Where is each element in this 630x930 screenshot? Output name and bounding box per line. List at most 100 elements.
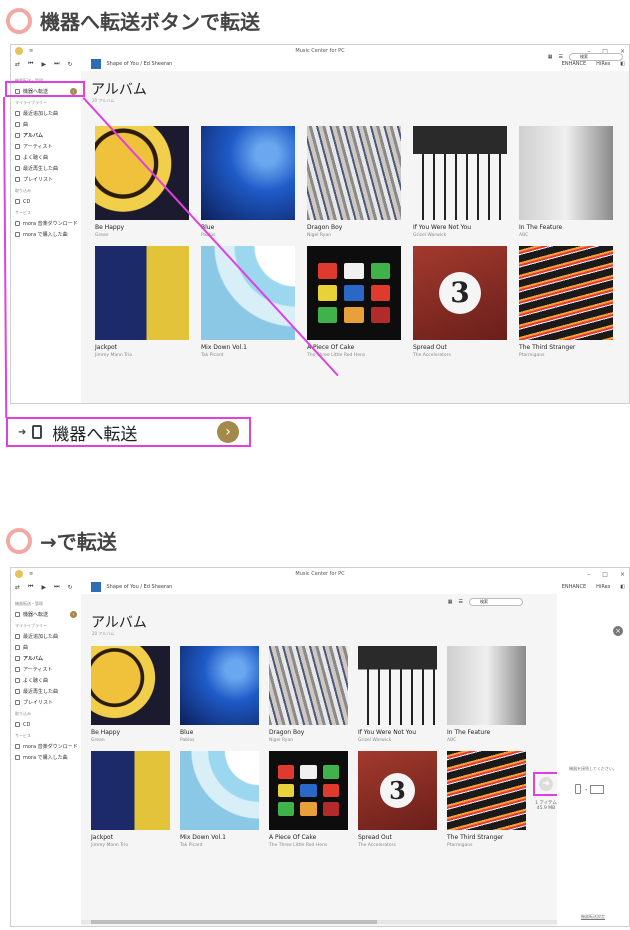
- album-art[interactable]: 3: [358, 751, 437, 830]
- sidebar-item-mora-purchased[interactable]: mora で購入した曲: [11, 752, 81, 763]
- album-tile[interactable]: A Piece Of Cake The Three Little Red Hens: [269, 751, 348, 848]
- album-art[interactable]: [358, 646, 437, 725]
- album-title[interactable]: Be Happy: [95, 224, 189, 231]
- list-view-icon[interactable]: ☰: [559, 54, 563, 60]
- album-art[interactable]: [269, 751, 348, 830]
- album-title[interactable]: Dragon Boy: [307, 224, 401, 231]
- album-art[interactable]: [307, 246, 401, 340]
- hires-label[interactable]: HiRes: [596, 61, 610, 67]
- sidebar-item-mora-download[interactable]: mora 音楽ダウンロード: [11, 218, 81, 229]
- previous-button[interactable]: ⏮: [28, 60, 33, 68]
- album-art[interactable]: [269, 646, 348, 725]
- transfer-settings-link[interactable]: 機器転送設定: [557, 914, 629, 920]
- album-tile[interactable]: Mix Down Vol.1 Tak Picard: [180, 751, 259, 848]
- album-artist[interactable]: The Accelerators: [413, 353, 507, 358]
- album-art[interactable]: 3: [413, 246, 507, 340]
- album-tile[interactable]: Jackpot Jimmy Mann Trio: [91, 751, 170, 848]
- album-tile[interactable]: Dragon Boy Nigel Ryan: [307, 126, 401, 238]
- shuffle-icon[interactable]: ⇄: [15, 584, 20, 591]
- album-title[interactable]: The Third Stranger: [519, 344, 613, 351]
- album-title[interactable]: If You Were Not You: [358, 729, 437, 736]
- album-artist[interactable]: The Accelerators: [358, 843, 437, 848]
- hires-label[interactable]: HiRes: [596, 584, 610, 590]
- album-title[interactable]: A Piece Of Cake: [307, 344, 401, 351]
- album-tile[interactable]: In The Feature ABC: [519, 126, 613, 238]
- album-tile[interactable]: Blue Pablos: [180, 646, 259, 743]
- album-title[interactable]: Mix Down Vol.1: [180, 834, 259, 841]
- album-tile[interactable]: If You Were Not You Grizel Warwick: [358, 646, 437, 743]
- sidebar-item-playlists[interactable]: プレイリスト: [11, 174, 81, 185]
- album-art[interactable]: [447, 751, 526, 830]
- album-title[interactable]: In The Feature: [519, 224, 613, 231]
- search-input[interactable]: 検索: [469, 598, 523, 606]
- send-arrow-button[interactable]: ➜: [539, 777, 553, 791]
- album-artist[interactable]: Grizel Warwick: [413, 233, 507, 238]
- album-title[interactable]: A Piece Of Cake: [269, 834, 348, 841]
- album-art[interactable]: [201, 126, 295, 220]
- transfer-collapse-icon[interactable]: ‹: [70, 611, 77, 618]
- album-tile[interactable]: A Piece Of Cake The Three Little Red Hens: [307, 246, 401, 358]
- album-title[interactable]: Jackpot: [91, 834, 170, 841]
- album-art[interactable]: [447, 646, 526, 725]
- album-tile[interactable]: Dragon Boy Nigel Ryan: [269, 646, 348, 743]
- album-artist[interactable]: Pablos: [201, 233, 295, 238]
- album-art[interactable]: [307, 126, 401, 220]
- album-title[interactable]: Jackpot: [95, 344, 189, 351]
- sidebar-item-transfer[interactable]: 機器へ転送 ‹: [11, 609, 81, 620]
- close-panel-button[interactable]: ×: [613, 626, 623, 636]
- album-title[interactable]: In The Feature: [447, 729, 526, 736]
- album-art[interactable]: [91, 751, 170, 830]
- sidebar-item-songs[interactable]: 曲: [11, 642, 81, 653]
- album-title[interactable]: Spread Out: [358, 834, 437, 841]
- sidebar-item-mora-download[interactable]: mora 音楽ダウンロード: [11, 741, 81, 752]
- sidebar-item-frequent[interactable]: よく聴く曲: [11, 675, 81, 686]
- sidebar-item-albums[interactable]: アルバム: [11, 653, 81, 664]
- album-artist[interactable]: Nigel Ryan: [307, 233, 401, 238]
- album-title[interactable]: Be Happy: [91, 729, 170, 736]
- album-art[interactable]: [413, 126, 507, 220]
- sidebar-item-playlists[interactable]: プレイリスト: [11, 697, 81, 708]
- sidebar-item-songs[interactable]: 曲: [11, 119, 81, 130]
- repeat-icon[interactable]: ↻: [67, 61, 72, 68]
- sidebar-item-recently-played[interactable]: 最近再生した曲: [11, 686, 81, 697]
- play-button[interactable]: ▶: [41, 584, 46, 591]
- album-artist[interactable]: The Three Little Red Hens: [269, 843, 348, 848]
- album-artist[interactable]: Ptarmigans: [447, 843, 526, 848]
- sidebar-item-frequent[interactable]: よく聴く曲: [11, 152, 81, 163]
- album-tile[interactable]: The Third Stranger Ptarmigans: [519, 246, 613, 358]
- shuffle-icon[interactable]: ⇄: [15, 61, 20, 68]
- album-art[interactable]: [91, 646, 170, 725]
- album-artist[interactable]: Jimmy Mann Trio: [91, 843, 170, 848]
- album-artist[interactable]: Tak Picard: [180, 843, 259, 848]
- scrollbar-thumb[interactable]: [91, 920, 377, 924]
- grid-view-icon[interactable]: ▦: [448, 599, 453, 605]
- volume-icon[interactable]: ◧: [620, 61, 625, 67]
- sidebar-item-cd[interactable]: CD: [11, 719, 81, 730]
- album-tile[interactable]: Be Happy Grean: [91, 646, 170, 743]
- album-artist[interactable]: Tak Picard: [201, 353, 295, 358]
- album-artist[interactable]: Ptarmigans: [519, 353, 613, 358]
- sidebar-item-artists[interactable]: アーティスト: [11, 141, 81, 152]
- album-artist[interactable]: Nigel Ryan: [269, 738, 348, 743]
- grid-view-icon[interactable]: ▦: [548, 54, 553, 60]
- sidebar-item-recent[interactable]: 最近追加した曲: [11, 631, 81, 642]
- enhance-label[interactable]: ENHANCE: [562, 584, 586, 590]
- transfer-go-button[interactable]: ›: [217, 421, 239, 443]
- album-artist[interactable]: ABC: [447, 738, 526, 743]
- album-tile[interactable]: Mix Down Vol.1 Tak Picard: [201, 246, 295, 358]
- album-tile[interactable]: In The Feature ABC: [447, 646, 526, 743]
- enhance-label[interactable]: ENHANCE: [562, 61, 586, 67]
- album-art[interactable]: [180, 646, 259, 725]
- album-art[interactable]: [95, 246, 189, 340]
- album-title[interactable]: Blue: [201, 224, 295, 231]
- album-title[interactable]: Blue: [180, 729, 259, 736]
- album-tile[interactable]: Blue Pablos: [201, 126, 295, 238]
- album-art[interactable]: [180, 751, 259, 830]
- search-input[interactable]: 検索: [569, 53, 623, 61]
- album-artist[interactable]: Grizel Warwick: [358, 738, 437, 743]
- sidebar-item-mora-purchased[interactable]: mora で購入した曲: [11, 229, 81, 240]
- album-art[interactable]: [201, 246, 295, 340]
- album-title[interactable]: Spread Out: [413, 344, 507, 351]
- album-artist[interactable]: Grean: [95, 233, 189, 238]
- sidebar-item-recently-played[interactable]: 最近再生した曲: [11, 163, 81, 174]
